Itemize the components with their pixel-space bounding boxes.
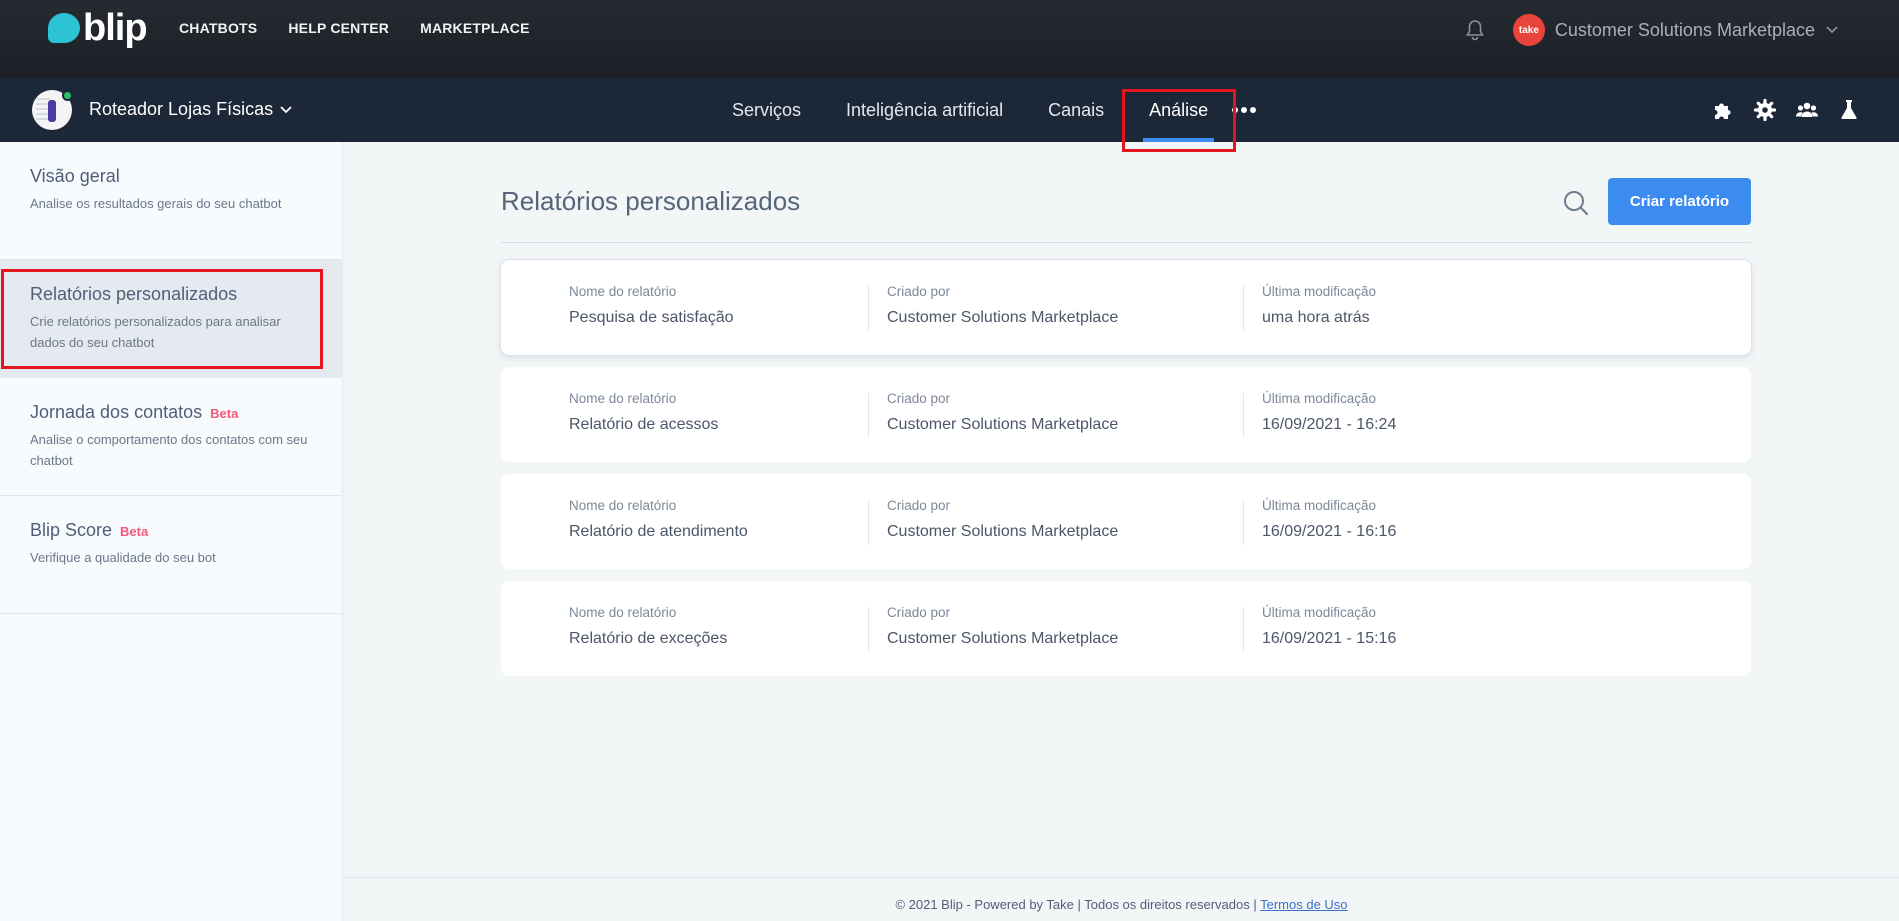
sidebar-highlight-box [1, 269, 323, 369]
account-area: take Customer Solutions Marketplace [1463, 14, 1839, 46]
chevron-down-icon[interactable] [1825, 25, 1839, 35]
report-name-column: Nome do relatório Pesquisa de satisfação [569, 284, 734, 327]
report-card[interactable]: Nome do relatório Relatório de acessos C… [501, 367, 1751, 462]
logo-text: blip [83, 7, 148, 49]
report-modified-column: Última modificação 16/09/2021 - 15:16 [1262, 605, 1396, 648]
puzzle-icon[interactable] [1711, 98, 1735, 122]
report-creator-column: Criado por Customer Solutions Marketplac… [887, 605, 1118, 648]
column-label: Última modificação [1262, 498, 1377, 513]
sidebar-item-desc: Verifique a qualidade do seu bot [30, 550, 216, 565]
report-name: Pesquisa de satisfação [569, 309, 734, 326]
column-divider [1243, 607, 1244, 652]
bot-avatar-figure [48, 100, 56, 122]
report-creator: Customer Solutions Marketplace [887, 630, 1119, 647]
sidebar-item-title: Blip Score Beta [30, 520, 149, 540]
column-label: Última modificação [1262, 284, 1377, 299]
nav-chatbots[interactable]: CHATBOTS [179, 20, 257, 36]
sidebar-item-title: Jornada dos contatos Beta [30, 402, 239, 422]
column-divider [1243, 286, 1244, 331]
search-icon[interactable] [1562, 189, 1590, 217]
team-icon[interactable] [1795, 98, 1819, 122]
report-modified-column: Última modificação 16/09/2021 - 16:16 [1262, 498, 1396, 541]
report-name: Relatório de atendimento [569, 523, 748, 540]
column-divider [868, 393, 869, 438]
flask-icon[interactable] [1837, 98, 1861, 122]
sidebar-item-title: Visão geral [30, 166, 120, 186]
report-name: Relatório de exceções [569, 630, 728, 647]
report-modified: 16/09/2021 - 15:16 [1262, 630, 1397, 647]
gear-icon[interactable] [1753, 98, 1777, 122]
report-modified: uma hora atrás [1262, 309, 1370, 326]
bell-icon[interactable] [1463, 18, 1487, 42]
divider [501, 242, 1751, 243]
sidebar-item-jornada-dos-contatos[interactable]: Jornada dos contatos Beta Analise o compo… [0, 378, 342, 496]
report-modified-column: Última modificação uma hora atrás [1262, 284, 1376, 327]
report-creator-column: Criado por Customer Solutions Marketplac… [887, 284, 1118, 327]
sidebar-item-visao-geral[interactable]: Visão geral Analise os resultados gerais… [0, 142, 342, 260]
bot-name: Roteador Lojas Físicas [89, 99, 274, 119]
tab-highlight-box [1122, 89, 1236, 152]
org-avatar[interactable]: take [1512, 14, 1545, 46]
column-divider [868, 607, 869, 652]
footer: © 2021 Blip - Powered by Take | Todos os… [344, 897, 1899, 912]
column-label: Criado por [887, 498, 951, 513]
report-name-column: Nome do relatório Relatório de atendimen… [569, 498, 748, 541]
tab-inteligencia-artificial[interactable]: Inteligência artificial [846, 78, 1003, 142]
tab-canais[interactable]: Canais [1048, 78, 1104, 142]
sidebar-item-desc: Analise o comportamento dos contatos com… [30, 432, 308, 468]
beta-badge: Beta [120, 524, 149, 539]
beta-badge: Beta [210, 406, 239, 421]
column-label: Nome do relatório [569, 605, 677, 620]
create-report-button[interactable]: Criar relatório [1608, 178, 1751, 225]
column-divider [868, 500, 869, 545]
report-modified: 16/09/2021 - 16:24 [1262, 416, 1397, 433]
tab-servicos[interactable]: Serviços [732, 78, 801, 142]
column-label: Nome do relatório [569, 498, 677, 513]
bot-tools [1711, 98, 1861, 122]
report-card[interactable]: Nome do relatório Pesquisa de satisfação… [501, 260, 1751, 355]
top-header: blip CHATBOTS HELP CENTER MARKETPLACE ta… [0, 0, 1899, 78]
column-label: Criado por [887, 391, 951, 406]
column-label: Nome do relatório [569, 284, 677, 299]
column-divider [868, 286, 869, 331]
nav-help-center[interactable]: HELP CENTER [288, 20, 389, 36]
chevron-down-icon [280, 105, 292, 113]
report-creator-column: Criado por Customer Solutions Marketplac… [887, 391, 1118, 434]
sidebar-item-desc: Analise os resultados gerais do seu chat… [30, 196, 282, 211]
bot-header: Roteador Lojas Físicas Serviços Inteligê… [0, 78, 1899, 142]
footer-text: © 2021 Blip - Powered by Take | Todos os… [895, 897, 1261, 912]
org-name[interactable]: Customer Solutions Marketplace [1555, 20, 1815, 41]
column-label: Última modificação [1262, 605, 1377, 620]
top-nav: CHATBOTS HELP CENTER MARKETPLACE [179, 20, 530, 36]
column-divider [1243, 500, 1244, 545]
column-label: Criado por [887, 605, 951, 620]
page-title: Relatórios personalizados [501, 186, 801, 216]
sidebar-item-blip-score[interactable]: Blip Score Beta Verifique a qualidade do … [0, 496, 342, 614]
blip-logo[interactable]: blip [48, 7, 148, 49]
report-modified-column: Última modificação 16/09/2021 - 16:24 [1262, 391, 1396, 434]
report-name-column: Nome do relatório Relatório de acessos [569, 391, 718, 434]
report-name: Relatório de acessos [569, 416, 719, 433]
report-name-column: Nome do relatório Relatório de exceções [569, 605, 727, 648]
report-creator: Customer Solutions Marketplace [887, 309, 1119, 326]
sidebar: Visão geral Analise os resultados gerais… [0, 142, 343, 921]
column-divider [1243, 393, 1244, 438]
chat-bubble-icon [48, 13, 80, 43]
report-modified: 16/09/2021 - 16:16 [1262, 523, 1397, 540]
report-creator: Customer Solutions Marketplace [887, 416, 1119, 433]
bot-selector[interactable]: Roteador Lojas Físicas [89, 99, 293, 120]
report-card[interactable]: Nome do relatório Relatório de exceções … [501, 581, 1751, 676]
footer-divider [344, 877, 1899, 878]
column-label: Criado por [887, 284, 951, 299]
report-creator-column: Criado por Customer Solutions Marketplac… [887, 498, 1118, 541]
terms-link[interactable]: Termos de Uso [1260, 897, 1347, 912]
column-label: Última modificação [1262, 391, 1377, 406]
report-creator: Customer Solutions Marketplace [887, 523, 1119, 540]
online-status-dot [62, 90, 73, 101]
report-card[interactable]: Nome do relatório Relatório de atendimen… [501, 474, 1751, 569]
nav-marketplace[interactable]: MARKETPLACE [420, 20, 530, 36]
column-label: Nome do relatório [569, 391, 677, 406]
